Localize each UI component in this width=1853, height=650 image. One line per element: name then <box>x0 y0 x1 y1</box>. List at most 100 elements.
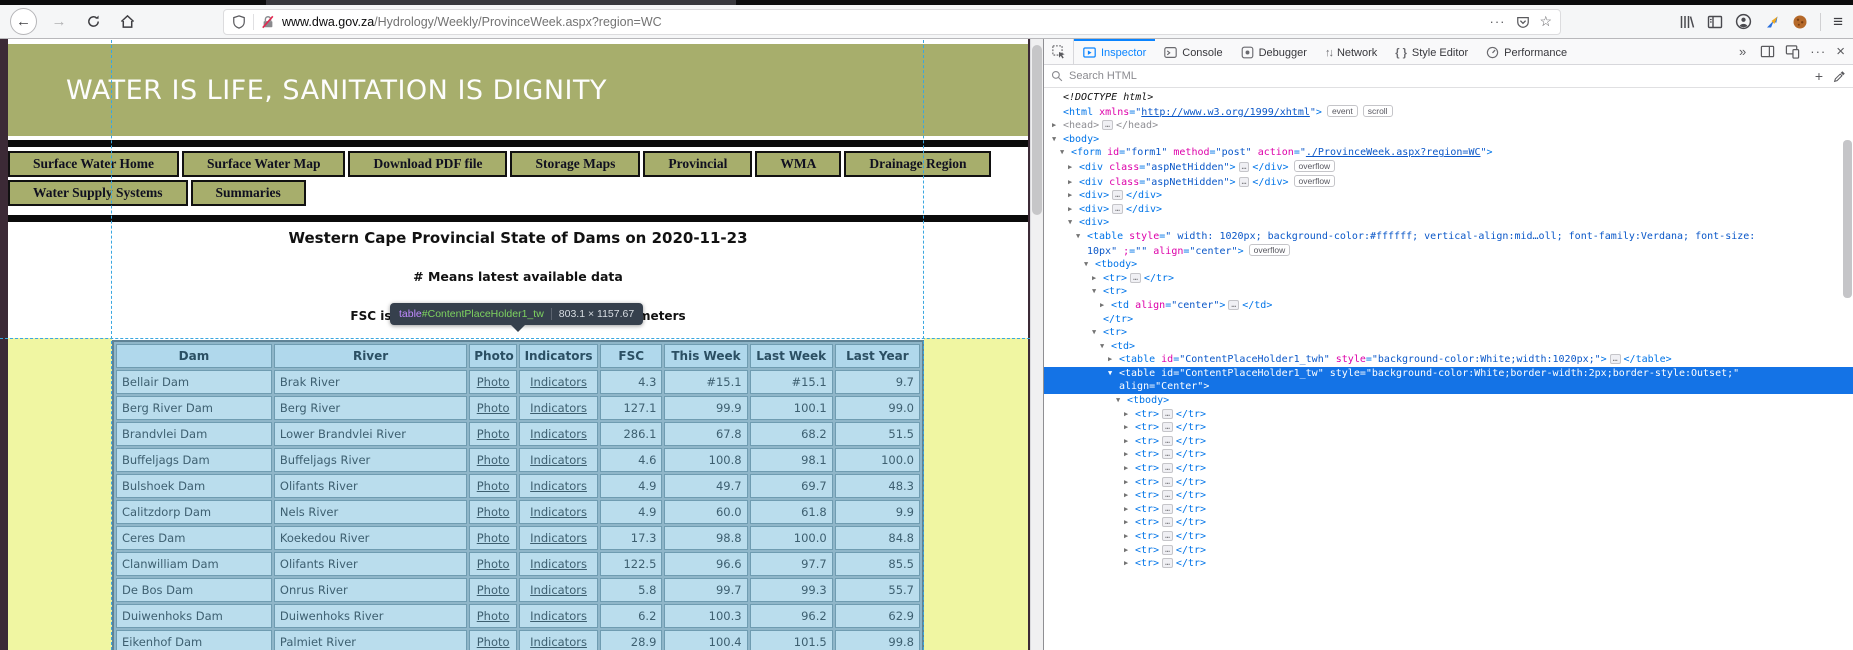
collapsed-content-icon[interactable]: … <box>1102 120 1113 130</box>
photo-link[interactable]: Photo <box>477 531 510 545</box>
library-icon[interactable] <box>1679 14 1695 30</box>
twisty-closed-icon[interactable]: ▶ <box>1124 448 1135 462</box>
collapsed-content-icon[interactable]: … <box>1162 422 1173 432</box>
collapsed-content-icon[interactable]: … <box>1112 190 1123 200</box>
indicators-link[interactable]: Indicators <box>530 427 587 441</box>
photo-link[interactable]: Photo <box>477 583 510 597</box>
tree-node[interactable]: <!DOCTYPE html> <box>1044 91 1853 105</box>
devtools-tab-debugger[interactable]: Debugger <box>1232 39 1316 64</box>
collapsed-content-icon[interactable]: … <box>1228 300 1239 310</box>
collapsed-content-icon[interactable]: … <box>1239 177 1250 187</box>
forward-button[interactable]: → <box>47 10 71 34</box>
twisty-closed-icon[interactable]: ▶ <box>1124 516 1135 530</box>
collapsed-content-icon[interactable]: … <box>1162 463 1173 473</box>
tree-node[interactable]: ▼<tbody> <box>1044 258 1853 272</box>
collapsed-content-icon[interactable]: … <box>1162 436 1173 446</box>
twisty-open-icon[interactable]: ▼ <box>1092 285 1103 299</box>
nav-button-water-supply-systems[interactable]: Water Supply Systems <box>8 180 188 206</box>
photo-link[interactable]: Photo <box>477 557 510 571</box>
twisty-closed-icon[interactable]: ▶ <box>1124 503 1135 517</box>
photo-link[interactable]: Photo <box>477 375 510 389</box>
photo-link[interactable]: Photo <box>477 609 510 623</box>
nav-button-surface-water-map[interactable]: Surface Water Map <box>182 151 345 177</box>
badge-scroll[interactable]: scroll <box>1363 105 1393 117</box>
home-button[interactable] <box>115 10 139 34</box>
twisty-closed-icon[interactable]: ▶ <box>1068 203 1079 217</box>
tree-node[interactable]: ▼<tr> <box>1044 326 1853 340</box>
page-scrollbar-thumb[interactable] <box>1032 45 1042 215</box>
tree-node[interactable]: ▶<tr>…</tr> <box>1044 476 1853 490</box>
twisty-open-icon[interactable]: ▼ <box>1100 340 1111 354</box>
search-html-input[interactable] <box>1069 70 1805 82</box>
nav-button-provincial[interactable]: Provincial <box>643 151 752 177</box>
shield-icon[interactable] <box>232 15 246 29</box>
bookmark-star-icon[interactable]: ☆ <box>1540 13 1553 30</box>
tree-node[interactable]: ▶<tr>…</tr> <box>1044 421 1853 435</box>
devtools-scrollbar-thumb[interactable] <box>1843 140 1852 298</box>
hamburger-menu-icon[interactable]: ≡ <box>1833 12 1843 32</box>
tree-node[interactable]: ▶<div class="aspNetHidden">…</div>overfl… <box>1044 175 1853 190</box>
indicators-link[interactable]: Indicators <box>530 375 587 389</box>
collapsed-content-icon[interactable]: … <box>1162 531 1173 541</box>
indicators-link[interactable]: Indicators <box>530 609 587 623</box>
indicators-link[interactable]: Indicators <box>530 453 587 467</box>
tree-node[interactable]: ▶<tr>…</tr> <box>1044 489 1853 503</box>
twisty-open-icon[interactable]: ▼ <box>1092 326 1103 340</box>
tree-node[interactable]: ▶<tr>…</tr> <box>1044 448 1853 462</box>
tree-node[interactable]: ▶<div class="aspNetHidden">…</div>overfl… <box>1044 160 1853 175</box>
url-bar[interactable]: www.dwa.gov.za/Hydrology/Weekly/Province… <box>223 9 1561 35</box>
twisty-closed-icon[interactable]: ▶ <box>1124 462 1135 476</box>
badge-overflow[interactable]: overflow <box>1294 175 1336 187</box>
tree-node[interactable]: ▶<tr>…</tr> <box>1044 503 1853 517</box>
indicators-link[interactable]: Indicators <box>530 557 587 571</box>
split-console-icon[interactable] <box>1760 44 1775 59</box>
tree-node[interactable]: ▼<td> <box>1044 340 1853 354</box>
twisty-open-icon[interactable]: ▼ <box>1060 146 1071 160</box>
url-text[interactable]: www.dwa.gov.za/Hydrology/Weekly/Province… <box>282 15 1483 29</box>
twisty-open-icon[interactable]: ▼ <box>1116 394 1127 408</box>
pick-element-button[interactable] <box>1044 39 1074 64</box>
twisty-closed-icon[interactable]: ▶ <box>1124 544 1135 558</box>
badge-event[interactable]: event <box>1327 105 1358 117</box>
tree-node[interactable]: ▶<tr>…</tr> <box>1044 408 1853 422</box>
twisty-closed-icon[interactable]: ▶ <box>1092 272 1103 286</box>
page-actions-icon[interactable]: ··· <box>1490 14 1506 29</box>
tree-node[interactable]: ▶<tr>…</tr> <box>1044 557 1853 571</box>
collapsed-content-icon[interactable]: … <box>1162 504 1173 514</box>
reload-button[interactable] <box>81 10 105 34</box>
nav-button-wma[interactable]: WMA <box>755 151 841 177</box>
page-scrollbar[interactable] <box>1030 39 1043 650</box>
nav-button-download-pdf-file[interactable]: Download PDF file <box>348 151 507 177</box>
indicators-link[interactable]: Indicators <box>530 505 587 519</box>
tree-node[interactable]: ▶<tr>…</tr> <box>1044 544 1853 558</box>
responsive-mode-icon[interactable] <box>1785 44 1800 59</box>
devtools-meatball-menu-icon[interactable]: ··· <box>1810 44 1826 59</box>
eyedropper-icon[interactable] <box>1833 70 1846 83</box>
twisty-closed-icon[interactable]: ▶ <box>1124 435 1135 449</box>
insecure-lock-icon[interactable] <box>261 15 275 29</box>
collapsed-content-icon[interactable]: … <box>1162 477 1173 487</box>
create-node-button[interactable]: + <box>1811 68 1827 84</box>
tree-node[interactable]: <html xmlns="http://www.w3.org/1999/xhtm… <box>1044 105 1853 120</box>
devtools-tab-performance[interactable]: Performance <box>1477 39 1576 64</box>
collapsed-content-icon[interactable]: … <box>1162 545 1173 555</box>
tree-node[interactable]: ▶<tr>…</tr> <box>1044 530 1853 544</box>
twisty-closed-icon[interactable]: ▶ <box>1124 557 1135 571</box>
twisty-closed-icon[interactable]: ▶ <box>1100 299 1111 313</box>
devtools-tab-console[interactable]: Console <box>1155 39 1231 64</box>
tree-node[interactable]: ▼<form id="form1" method="post" action="… <box>1044 146 1853 160</box>
collapsed-content-icon[interactable]: … <box>1162 558 1173 568</box>
tree-node[interactable]: ▼<tbody> <box>1044 394 1853 408</box>
photo-link[interactable]: Photo <box>477 427 510 441</box>
tree-node-selected[interactable]: align="Center"> <box>1044 380 1853 394</box>
more-tools-chevron[interactable]: » <box>1733 39 1752 64</box>
photo-link[interactable]: Photo <box>477 479 510 493</box>
collapsed-content-icon[interactable]: … <box>1130 273 1141 283</box>
cookie-extension-icon[interactable] <box>1792 14 1808 30</box>
twisty-closed-icon[interactable]: ▶ <box>1052 119 1063 133</box>
devtools-tab-network[interactable]: ↑↓Network <box>1316 39 1386 64</box>
devtools-tab-style-editor[interactable]: { }Style Editor <box>1386 39 1477 64</box>
tree-node-selected[interactable]: ▼<table id="ContentPlaceHolder1_tw" styl… <box>1044 367 1853 381</box>
twisty-open-icon[interactable]: ▼ <box>1108 367 1119 381</box>
twisty-closed-icon[interactable]: ▶ <box>1108 353 1119 367</box>
